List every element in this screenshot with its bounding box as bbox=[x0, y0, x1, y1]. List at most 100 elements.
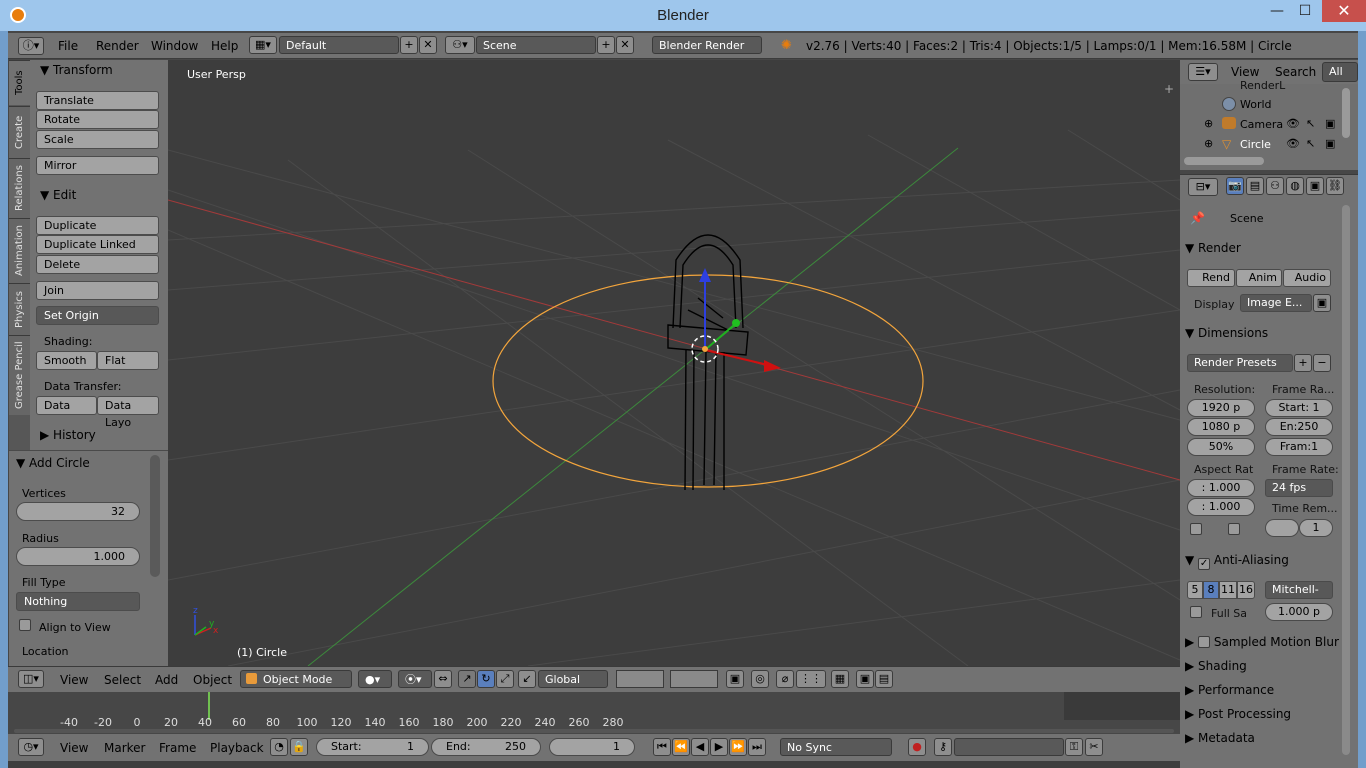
add-layout-icon[interactable]: + bbox=[400, 36, 418, 54]
crop-checkbox[interactable] bbox=[1228, 523, 1240, 535]
outliner-h-scrollbar[interactable] bbox=[1184, 157, 1264, 165]
delete-keyframe-icon[interactable]: ✂ bbox=[1085, 738, 1103, 756]
world-context-icon[interactable]: ◍ bbox=[1286, 177, 1304, 195]
expand-camera-icon[interactable]: ⊕ bbox=[1204, 117, 1213, 130]
minimize-button[interactable]: — bbox=[1262, 0, 1292, 22]
circle-select-icon[interactable]: ↖ bbox=[1306, 137, 1315, 150]
menu-frame[interactable]: Frame bbox=[159, 741, 196, 755]
outliner-item-camera[interactable]: Camera bbox=[1240, 118, 1283, 131]
editor-type-outliner-icon[interactable]: ☰▾ bbox=[1188, 63, 1218, 81]
insert-keyframe-icon[interactable]: ⚿ bbox=[1065, 738, 1083, 756]
proportional-edit-icon[interactable]: ◎ bbox=[751, 670, 769, 688]
resolution-x-field[interactable]: 1920 p bbox=[1187, 399, 1255, 417]
keying-set-field[interactable] bbox=[954, 738, 1064, 756]
jump-end-icon[interactable]: ⏭ bbox=[748, 738, 766, 756]
dimensions-section-header[interactable]: ▼ Dimensions bbox=[1185, 326, 1335, 346]
anti-aliasing-checkbox[interactable]: ✓ bbox=[1198, 558, 1211, 570]
scene-icon[interactable]: ⚇▾ bbox=[445, 36, 475, 54]
scale-button[interactable]: Scale bbox=[36, 130, 159, 149]
object-context-icon[interactable]: ▣ bbox=[1306, 177, 1324, 195]
jump-start-icon[interactable]: ⏮ bbox=[653, 738, 671, 756]
radius-field[interactable]: 1.000 bbox=[16, 547, 140, 566]
aspect-y-field[interactable]: : 1.000 bbox=[1187, 498, 1255, 516]
scene-field[interactable]: Scene bbox=[476, 36, 596, 54]
editor-type-3d-icon[interactable]: ◫▾ bbox=[18, 670, 44, 688]
play-reverse-icon[interactable]: ◀ bbox=[691, 738, 709, 756]
sync-select[interactable]: No Sync bbox=[780, 738, 892, 756]
align-to-view-checkbox[interactable] bbox=[19, 619, 31, 631]
snap-target-icon[interactable]: ▦ bbox=[831, 670, 849, 688]
mirror-button[interactable]: Mirror bbox=[36, 156, 159, 175]
aa-samples-16[interactable]: 16 bbox=[1237, 581, 1255, 599]
tab-physics[interactable]: Physics bbox=[9, 283, 30, 335]
add-preset-icon[interactable]: + bbox=[1294, 354, 1312, 372]
menu-render[interactable]: Render bbox=[96, 39, 139, 53]
rotate-manipulator-icon[interactable]: ↻ bbox=[477, 670, 495, 688]
layer-buttons-b[interactable] bbox=[670, 670, 718, 688]
edit-panel-header[interactable]: ▼ Edit bbox=[40, 188, 76, 202]
resolution-percentage-field[interactable]: 50% bbox=[1187, 438, 1255, 456]
remove-layout-icon[interactable]: ✕ bbox=[419, 36, 437, 54]
snap-icon[interactable]: ⌀ bbox=[776, 670, 794, 688]
record-icon[interactable]: ● bbox=[908, 738, 926, 756]
maximize-button[interactable]: ☐ bbox=[1290, 0, 1320, 22]
render-anim-icon[interactable]: ▤ bbox=[875, 670, 893, 688]
menu-select[interactable]: Select bbox=[104, 673, 141, 687]
pin-icon[interactable]: 📌 bbox=[1190, 211, 1205, 225]
timeline-scrollbar[interactable] bbox=[14, 729, 1174, 733]
transform-orientation-select[interactable]: Global bbox=[538, 670, 608, 688]
manipulator-extra-icon[interactable]: ↙ bbox=[518, 670, 536, 688]
tab-relations[interactable]: Relations bbox=[9, 158, 30, 218]
aa-filter-select[interactable]: Mitchell- bbox=[1265, 581, 1333, 599]
layout-icon[interactable]: ▦▾ bbox=[249, 36, 277, 54]
circle-render-icon[interactable]: ▣ bbox=[1325, 137, 1335, 150]
frame-start-field[interactable]: Start: 1 bbox=[1265, 399, 1333, 417]
render-audio-button[interactable]: Audio bbox=[1283, 269, 1331, 287]
time-remap-new-field[interactable]: 1 bbox=[1299, 519, 1333, 537]
resolution-y-field[interactable]: 1080 p bbox=[1187, 418, 1255, 436]
remove-scene-icon[interactable]: ✕ bbox=[616, 36, 634, 54]
flat-button[interactable]: Flat bbox=[97, 351, 159, 370]
frame-step-field[interactable]: Fram:1 bbox=[1265, 438, 1333, 456]
fill-type-select[interactable]: Nothing bbox=[16, 592, 140, 611]
frame-rate-select[interactable]: 24 fps bbox=[1265, 479, 1333, 497]
shading-section-header[interactable]: ▶ Shading bbox=[1185, 659, 1335, 679]
data-layout-button[interactable]: Data Layo bbox=[97, 396, 159, 429]
manipulator-toggle-icon[interactable]: ⇔ bbox=[434, 670, 452, 688]
time-remap-old-field[interactable] bbox=[1265, 519, 1299, 537]
constraints-context-icon[interactable]: ⛓ bbox=[1326, 177, 1344, 195]
delete-button[interactable]: Delete bbox=[36, 255, 159, 274]
next-keyframe-icon[interactable]: ⏩ bbox=[729, 738, 747, 756]
outliner-item-renderlayers[interactable]: RenderL bbox=[1240, 79, 1285, 92]
outliner-item-circle[interactable]: Circle bbox=[1240, 138, 1271, 151]
menu-help[interactable]: Help bbox=[211, 39, 238, 53]
outliner-filter-select[interactable]: All Sc bbox=[1322, 62, 1358, 96]
end-frame-field[interactable]: End: 250 bbox=[431, 738, 541, 756]
vertices-field[interactable]: 32 bbox=[16, 502, 140, 521]
rotate-button[interactable]: Rotate bbox=[36, 110, 159, 129]
preview-range-icon[interactable]: ◔ bbox=[270, 738, 288, 756]
post-processing-section-header[interactable]: ▶ Post Processing bbox=[1185, 707, 1335, 727]
display-lock-icon[interactable]: ▣ bbox=[1313, 294, 1331, 312]
scene-context-icon[interactable]: ⚇ bbox=[1266, 177, 1284, 195]
border-checkbox[interactable] bbox=[1190, 523, 1202, 535]
menu-playback[interactable]: Playback bbox=[210, 741, 264, 755]
keying-set-icon[interactable]: ⚷ bbox=[934, 738, 952, 756]
duplicate-button[interactable]: Duplicate bbox=[36, 216, 159, 235]
prev-keyframe-icon[interactable]: ⏪ bbox=[672, 738, 690, 756]
start-frame-field[interactable]: Start: 1 bbox=[316, 738, 429, 756]
tab-animation[interactable]: Animation bbox=[9, 218, 30, 283]
menu-timeline-view[interactable]: View bbox=[60, 741, 88, 755]
layer-buttons-a[interactable] bbox=[616, 670, 664, 688]
render-section-header[interactable]: ▼ Render bbox=[1185, 241, 1335, 261]
display-select[interactable]: Image E... bbox=[1240, 294, 1312, 312]
expand-circle-icon[interactable]: ⊕ bbox=[1204, 137, 1213, 150]
aa-samples-5[interactable]: 5 bbox=[1187, 581, 1203, 599]
menu-add[interactable]: Add bbox=[155, 673, 178, 687]
smooth-button[interactable]: Smooth bbox=[36, 351, 97, 370]
operator-scrollbar[interactable] bbox=[150, 455, 160, 577]
lock-layers-icon[interactable]: ▣ bbox=[726, 670, 744, 688]
render-still-icon[interactable]: ▣ bbox=[856, 670, 874, 688]
menu-marker[interactable]: Marker bbox=[104, 741, 145, 755]
remove-preset-icon[interactable]: − bbox=[1313, 354, 1331, 372]
